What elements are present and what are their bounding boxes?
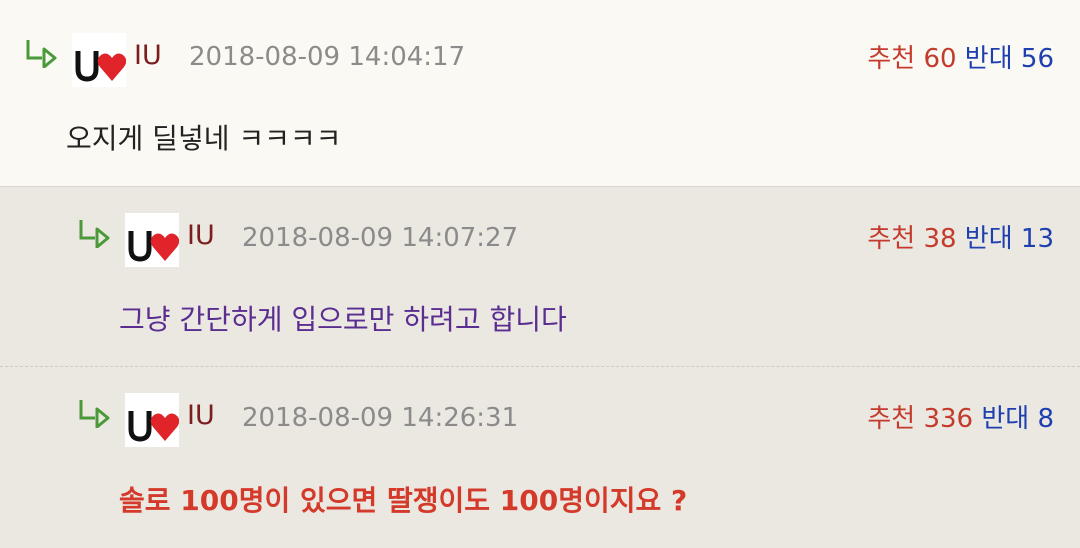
recommend-button[interactable]: 추천 (867, 404, 915, 434)
nickname[interactable]: IU (134, 40, 162, 71)
comment-item: IU 2018-08-09 14:26:31 추천 336 반대 8 솔로 10… (0, 367, 1080, 548)
recommend-count: 60 (923, 44, 957, 74)
comment-item: IU 2018-08-09 14:07:27 추천 38 반대 13 그냥 간단… (0, 187, 1080, 367)
comment-item: IU 2018-08-09 14:04:17 추천 60 반대 56 오지게 딜… (0, 0, 1080, 187)
comment-text: 오지게 딜넣네 ㅋㅋㅋㅋ (66, 122, 342, 155)
oppose-button[interactable]: 반대 (981, 404, 1029, 434)
recommend-count: 336 (923, 404, 974, 434)
u-heart-icon (128, 231, 180, 262)
oppose-count: 13 (1020, 224, 1054, 254)
oppose-button[interactable]: 반대 (965, 44, 1013, 74)
comment-text: 솔로 100명이 있으면 딸쟁이도 100명이지요 ? (119, 484, 688, 517)
recommend-button[interactable]: 추천 (867, 224, 915, 254)
avatar[interactable] (72, 33, 127, 87)
comment-date: 2018-08-09 14:26:31 (242, 403, 519, 433)
avatar[interactable] (125, 213, 180, 267)
vote-counts: 추천 60 반대 56 (867, 38, 1054, 75)
comment-date: 2018-08-09 14:07:27 (242, 223, 519, 253)
oppose-count: 56 (1020, 44, 1054, 74)
vote-counts: 추천 336 반대 8 (867, 398, 1054, 435)
reply-arrow-icon (26, 40, 57, 68)
u-heart-icon (75, 51, 127, 82)
reply-arrow-icon (79, 220, 110, 248)
vote-counts: 추천 38 반대 13 (867, 218, 1054, 255)
u-heart-icon (128, 411, 180, 442)
recommend-button[interactable]: 추천 (867, 44, 915, 74)
comment-text: 그냥 간단하게 입으로만 하려고 합니다 (119, 303, 567, 336)
reply-arrow-icon (79, 400, 110, 428)
oppose-button[interactable]: 반대 (965, 224, 1013, 254)
avatar[interactable] (125, 393, 180, 447)
recommend-count: 38 (923, 224, 957, 254)
comment-date: 2018-08-09 14:04:17 (189, 42, 466, 72)
nickname[interactable]: IU (187, 400, 215, 431)
nickname[interactable]: IU (187, 220, 215, 251)
oppose-count: 8 (1037, 404, 1054, 434)
